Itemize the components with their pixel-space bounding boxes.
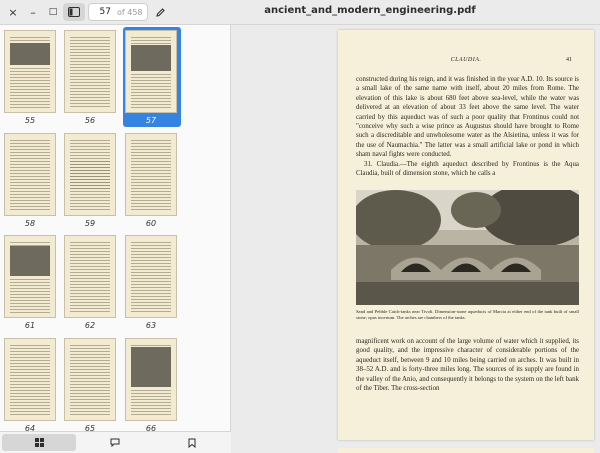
document-view[interactable]: CLAUDIA. 41 constructed during his reign…: [232, 25, 600, 453]
current-page-input[interactable]: 57: [89, 7, 111, 17]
thumbnail-label: 60: [145, 219, 157, 228]
annotations-tab[interactable]: [78, 434, 152, 451]
thumbnail-image: [125, 235, 177, 318]
minimize-icon: –: [30, 5, 36, 19]
maximize-icon: □: [48, 7, 58, 17]
thumbnail-image: [125, 133, 177, 216]
thumbnail-label: 58: [24, 219, 36, 228]
aqueduct-photo-image: [356, 190, 579, 305]
thumbnail-image: [64, 133, 116, 216]
header-bar: × – □ 57 of 458 ancient_and_modern_engin…: [0, 0, 600, 25]
aqueduct-photo: [356, 190, 579, 305]
thumbnail-image: [64, 235, 116, 318]
thumbnail-grid: 55 56 57 58 59 60 61 62 63 64 65 66: [0, 25, 231, 433]
thumbnail-image: [125, 30, 177, 113]
thumbnail-label: 59: [84, 219, 96, 228]
photo-caption: Sand and Pebble Catch-tanks near Tivoli.…: [356, 309, 579, 320]
bookmark-icon: [188, 438, 196, 448]
thumbnail-label: 62: [84, 321, 96, 330]
document-title: ancient_and_modern_engineering.pdf: [264, 5, 476, 16]
body-text-bottom: magnificent work on account of the large…: [356, 337, 579, 393]
paragraph: constructed during his reign, and it was…: [356, 76, 579, 159]
thumbnail-image: [64, 338, 116, 421]
thumbnail-image: [125, 338, 177, 421]
close-icon: ×: [8, 5, 18, 19]
grid-icon: [34, 438, 44, 447]
thumbnail-image: [4, 30, 56, 113]
thumbnail-label: 63: [145, 321, 157, 330]
bookmarks-tab[interactable]: [155, 434, 229, 451]
running-title: CLAUDIA.: [450, 57, 482, 63]
maximize-button[interactable]: □: [44, 3, 62, 21]
close-button[interactable]: ×: [4, 3, 22, 21]
page-count-label: of 458: [117, 7, 143, 17]
thumbnail-label: 55: [24, 116, 36, 125]
body-text-top: constructed during his reign, and it was…: [356, 75, 579, 178]
page-number-entry[interactable]: 57 of 458: [88, 3, 148, 21]
comment-icon: [110, 438, 120, 447]
pencil-icon: [155, 7, 165, 17]
thumbnail-sidebar: 55 56 57 58 59 60 61 62 63 64 65 66: [0, 25, 231, 453]
thumbnails-tab[interactable]: [2, 434, 77, 451]
page-number: 41: [566, 57, 572, 63]
document-page: CLAUDIA. 41 constructed during his reign…: [338, 30, 594, 440]
sidebar-icon: [68, 7, 80, 17]
paragraph: 31. Claudia.—The eighth aqueduct describ…: [356, 160, 579, 178]
thumbnail-image: [64, 30, 116, 113]
thumbnail-image: [4, 338, 56, 421]
thumbnail-label: 61: [24, 321, 36, 330]
next-page-edge: [338, 448, 594, 453]
thumbnail-label: 56: [84, 116, 96, 125]
sidebar-tabs: [0, 431, 231, 453]
annotate-button[interactable]: [152, 3, 168, 21]
thumbnail-image: [4, 235, 56, 318]
minimize-button[interactable]: –: [24, 3, 42, 21]
paragraph: magnificent work on account of the large…: [356, 338, 579, 393]
thumbnail-label: 57: [145, 116, 157, 125]
thumbnail-image: [4, 133, 56, 216]
sidebar-toggle-button[interactable]: [63, 3, 85, 21]
